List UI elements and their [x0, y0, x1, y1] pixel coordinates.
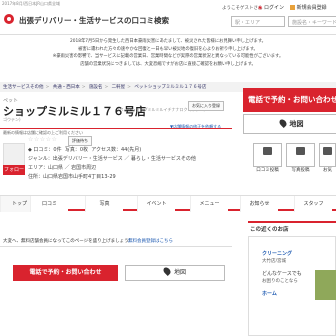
shop-area: エリア：山口県 ／ 岩国市周辺: [28, 165, 97, 171]
nearby-shop-thumbnail[interactable]: [315, 270, 336, 300]
follow-button[interactable]: フォロー: [3, 165, 25, 175]
report-correction-link[interactable]: ▼店舗情報の修正を依頼する: [170, 124, 221, 130]
register-label: 新規会員登録: [296, 5, 327, 11]
rating-stars: ☆☆☆☆☆: [28, 136, 58, 143]
welcome-text: ようこそゲストさん: [222, 6, 263, 11]
review-icon: [263, 147, 272, 155]
tab-photos[interactable]: 写真: [85, 196, 123, 212]
tab-menu[interactable]: メニュー: [190, 196, 228, 212]
site-logo-icon[interactable]: [4, 14, 14, 24]
map-pin-icon: [162, 266, 172, 276]
map-button-secondary-label: 地図: [173, 269, 186, 276]
disaster-notice: 2018年7月5日から発生した西日本豪雨災害にあたまして、被災された皆様にお見舞…: [0, 38, 336, 68]
tab-news[interactable]: お知らせ: [240, 196, 278, 212]
free-register-link[interactable]: 無料会員登録はこちら: [128, 238, 173, 244]
site-logo-text[interactable]: 出張デリバリー・生活サービスの口コミ検索: [19, 15, 169, 26]
bookmark-icon: [323, 147, 332, 155]
keyword-search-input[interactable]: 施設名・キーワード: [288, 16, 336, 27]
divider: [0, 128, 232, 129]
favorite-button[interactable]: お気に入り登録: [188, 101, 224, 111]
notice-line: ※豪雨災害の影響で、当サービスに記載の営業日、営業時間などが実際の営業状況と異な…: [52, 54, 284, 59]
nearby-shop-sub: 大竹店/宮城: [262, 259, 287, 264]
shop-address: 住所：山口県岩国市山手町4丁目13-29: [28, 174, 116, 180]
login-link[interactable]: ◉ ログイン: [258, 4, 284, 11]
post-review-button[interactable]: 口コミ投稿: [253, 143, 282, 173]
breadcrumb-item[interactable]: 二軒屋: [112, 85, 126, 90]
favorite-icon-button[interactable]: お気: [319, 143, 336, 173]
breadcrumb-item[interactable]: 共通・西日本: [53, 85, 80, 90]
shop-kana-continued: ゴウテン): [3, 117, 21, 122]
notice-line: 店舗の営業状況につきましては、大変恐縮ですがお店に直接ご確認をお願い申し上げます…: [80, 61, 256, 67]
nearby-shop-link[interactable]: クリーニング: [262, 250, 292, 257]
phone-reserve-button[interactable]: 電話で予約・お問い合わせ: [243, 88, 336, 112]
review-count[interactable]: ◆ 口コミ：0件: [28, 147, 62, 153]
map-button-secondary[interactable]: 地図: [125, 265, 225, 281]
area-search-input[interactable]: 駅・エリア: [231, 16, 285, 27]
shop-tabs: トップ 口コミ 写真 イベント メニュー お知らせ スタッフ: [0, 195, 336, 212]
rating-pending-badge: 評価待ち: [68, 136, 92, 146]
phone-reserve-button-secondary[interactable]: 電話で予約・お問い合わせ: [13, 265, 118, 281]
post-photo-label: 写真投稿: [291, 168, 310, 173]
breadcrumb-item[interactable]: 生活サービスその他: [3, 85, 44, 90]
shop-stats: ◆ 口コミ：0件 写真：0枚 アクセス数：44(先月): [28, 146, 141, 153]
shop-genre: ジャンル：出張デリバリー・生活サービス ／ 暮らし・生活サービスその他: [28, 156, 196, 162]
nearby-shop-sub: お困りのことなら: [262, 279, 298, 284]
map-button[interactable]: 地図: [243, 114, 336, 134]
login-icon: ◉: [258, 5, 263, 11]
register-link[interactable]: 新規会員登録: [290, 4, 327, 11]
login-label: ログイン: [263, 5, 284, 11]
map-button-label: 地図: [289, 120, 304, 128]
photo-count[interactable]: 写真：0枚: [65, 147, 88, 153]
map-pin-icon: [277, 118, 288, 128]
camera-icon: [296, 147, 305, 155]
nearby-shops-heading: この近くのお店: [248, 221, 336, 233]
tab-reviews[interactable]: 口コミ: [30, 196, 68, 212]
notice-line: 2018年7月5日から発生した西日本豪雨災害にあたまして、被災された皆様にお見舞…: [70, 39, 266, 44]
owner-invite-text: 大変へ、無料店舗会員になってこのページを盛り上げましょう！: [3, 239, 134, 244]
site-header: 2017年8月/西日本JR山口県全域 出張デリバリー・生活サービスの口コミ検索 …: [0, 0, 336, 35]
nearby-shop-link[interactable]: ホーム: [262, 290, 277, 297]
favorite-icon-label: お気: [323, 168, 332, 173]
breadcrumb-item-current: ペットショップミルミル１７６号店: [134, 85, 207, 90]
breadcrumb-item[interactable]: 施設名: [89, 85, 103, 90]
register-icon: [290, 5, 295, 10]
divider: [0, 246, 232, 247]
tab-events[interactable]: イベント: [137, 196, 175, 212]
access-count: アクセス数：44(先月): [91, 147, 142, 153]
tab-staff[interactable]: スタッフ: [294, 196, 332, 212]
post-review-label: 口コミ投稿: [256, 168, 279, 173]
notice-line: 被害に遭われた方々の速やかな回復と一日も早い被災地の復旧を心よりお祈り申し上げま…: [78, 46, 258, 52]
nearby-shop-link[interactable]: どんなケースでも: [262, 270, 302, 277]
post-photo-button[interactable]: 写真投稿: [286, 143, 315, 173]
site-tagline: 2017年8月/西日本JR山口県全域: [2, 1, 61, 6]
